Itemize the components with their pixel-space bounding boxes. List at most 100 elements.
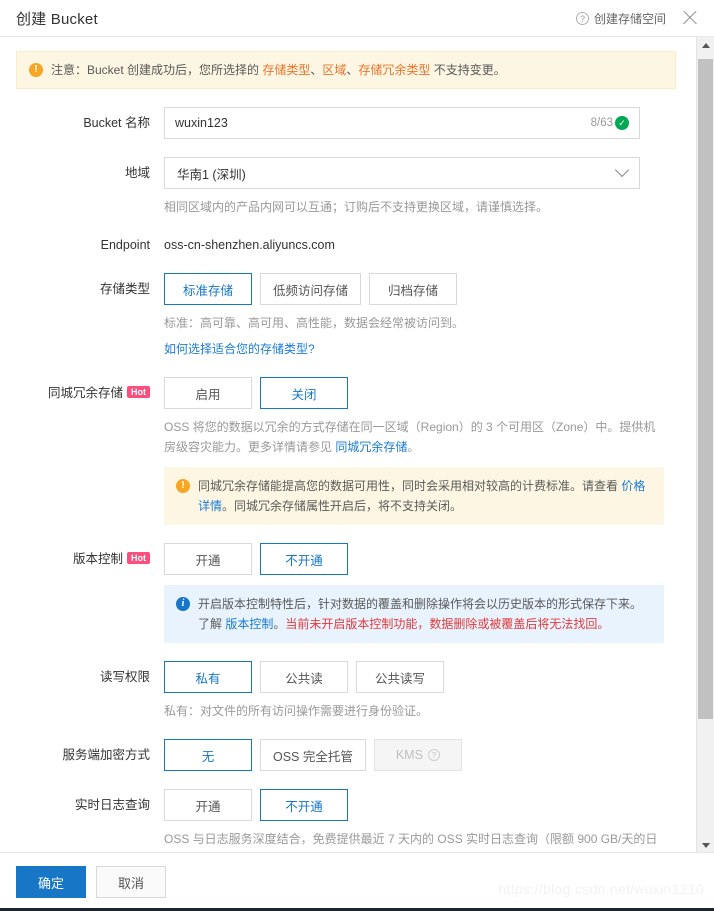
storage-class-hint: 标准：高可靠、高可用、高性能，数据会经常被访问到。 [164,316,465,330]
acl-label: 读写权限 [99,670,150,684]
storage-class-option-archive[interactable]: 归档存储 [369,273,458,305]
notice-sep-1: 、 [310,63,323,77]
row-acl: 读写权限 私有 公共读 公共读写 私有：对文件的所有访问操作需要进行身份验证。 [0,661,692,721]
notice-suffix: 不支持变更。 [430,63,506,77]
encryption-option-kms: KMS ? [373,739,462,771]
bucket-name-label: Bucket 名称 [83,116,150,130]
encryption-label: 服务端加密方式 [62,748,150,762]
info-circle-icon: i [176,597,190,611]
versioning-option-disable[interactable]: 不开通 [260,543,348,575]
acl-option-private[interactable]: 私有 [164,661,252,693]
zone-redundancy-label-text: 同城冗余存储 [47,386,123,400]
hot-badge: Hot [127,386,150,398]
notice-prefix: 注意：Bucket 创建成功后，您所选择的 [51,63,263,77]
storage-class-option-ia[interactable]: 低频访问存储 [260,273,362,305]
versioning-label-text: 版本控制 [72,552,123,566]
realtime-log-option-enable[interactable]: 开通 [164,789,252,821]
realtime-log-option-disable[interactable]: 不开通 [260,789,348,821]
notice-sep-2: 、 [346,63,359,77]
notice-highlight-storage-class: 存储类型 [262,63,311,77]
region-select[interactable]: 华南1 (深圳) [164,157,640,189]
chevron-up-icon [701,42,710,48]
encryption-option-kms-label: KMS [395,748,423,762]
bucket-name-input[interactable] [175,116,591,130]
zone-redundancy-option-enable[interactable]: 启用 [164,377,252,409]
row-region: 地域 华南1 (深圳) 相同区域内的产品内网可以互通；订购后不支持更换区域，请谨… [0,157,692,217]
row-zone-redundancy: 同城冗余存储 Hot 启用 关闭 OSS 将您的数据以冗余的方式存储在同一区域（R… [0,377,692,525]
page-title: 创建 Bucket [16,10,98,28]
zone-redundancy-info-a: 同城冗余存储能提高您的数据可用性，同时会采用相对较高的计费标准。请查看 [198,479,622,493]
zone-redundancy-button-group: 启用 关闭 [164,377,676,409]
versioning-doc-link[interactable]: 版本控制 [225,617,273,631]
zone-redundancy-hint: OSS 将您的数据以冗余的方式存储在同一区域（Region）的 3 个可用区（Z… [164,417,664,457]
notice-highlight-redundancy: 存储冗余类型 [358,63,431,77]
realtime-log-hint: OSS 与日志服务深度结合，免费提供最近 7 天内的 OSS 实时日志查询（限额… [164,829,664,853]
scroll-down-button[interactable] [697,836,714,853]
endpoint-label: Endpoint [100,238,150,252]
row-endpoint: Endpoint oss-cn-shenzhen.aliyuncs.com [0,235,692,255]
region-select-value: 华南1 (深圳) [177,167,246,182]
encryption-button-group: 无 OSS 完全托管 KMS ? [164,739,676,771]
versioning-button-group: 开通 不开通 [164,543,676,575]
endpoint-value: oss-cn-shenzhen.aliyuncs.com [164,238,335,252]
versioning-info-warning: 当前未开启版本控制功能，数据删除或被覆盖后将无法找回。 [285,617,610,631]
acl-option-public-read-write[interactable]: 公共读写 [356,661,444,693]
zone-redundancy-label: 同城冗余存储 Hot [16,377,164,525]
versioning-label: 版本控制 Hot [16,543,164,643]
realtime-log-button-group: 开通 不开通 [164,789,676,821]
row-bucket-name: Bucket 名称 8/63 ✓ [0,107,692,139]
zone-redundancy-info-text: 同城冗余存储能提高您的数据可用性，同时会采用相对较高的计费标准。请查看 价格详情… [198,476,652,516]
help-link[interactable]: ? 创建存储空间 [575,10,666,27]
versioning-info-box: i 开启版本控制特性后，针对数据的覆盖和删除操作将会以历史版本的形式保存下来。了… [164,585,664,643]
storage-class-option-standard[interactable]: 标准存储 [164,273,252,305]
close-icon[interactable] [680,8,700,28]
bucket-name-input-wrapper[interactable]: 8/63 ✓ [164,107,640,139]
row-versioning: 版本控制 Hot 开通 不开通 i 开启版本控制特性后，针对数据的覆盖和删除操作将… [0,543,692,643]
storage-class-label: 存储类型 [99,282,150,296]
zone-redundancy-option-disable[interactable]: 关闭 [260,377,348,409]
storage-class-help-link[interactable]: 如何选择适合您的存储类型? [164,339,676,359]
notice-text: 注意：Bucket 创建成功后，您所选择的 存储类型、区域、存储冗余类型 不支持… [51,61,506,79]
warning-icon: ! [176,479,190,493]
realtime-log-label: 实时日志查询 [74,798,150,812]
acl-button-group: 私有 公共读 公共读写 [164,661,676,693]
encryption-option-none[interactable]: 无 [164,739,252,771]
scrollbar-thumb[interactable] [698,59,713,719]
row-encryption: 服务端加密方式 无 OSS 完全托管 KMS ? [0,739,692,771]
versioning-info-text: 开启版本控制特性后，针对数据的覆盖和删除操作将会以历史版本的形式保存下来。了解 … [198,594,652,634]
acl-option-public-read[interactable]: 公共读 [260,661,348,693]
zone-redundancy-info-b: 。同城冗余存储属性开启后，将不支持关闭。 [222,499,463,513]
encryption-option-oss-managed[interactable]: OSS 完全托管 [260,739,366,771]
scroll-up-button[interactable] [697,37,714,54]
hot-badge: Hot [127,552,150,564]
vertical-scrollbar[interactable] [696,37,714,853]
cancel-button[interactable]: 取消 [96,866,166,898]
question-circle-icon: ? [427,749,440,761]
versioning-info-b: 。 [273,617,286,631]
zone-redundancy-hint-link[interactable]: 同城冗余存储 [335,440,407,454]
check-circle-icon: ✓ [615,116,629,130]
zone-redundancy-info-box: ! 同城冗余存储能提高您的数据可用性，同时会采用相对较高的计费标准。请查看 价格… [164,467,664,525]
versioning-option-enable[interactable]: 开通 [164,543,252,575]
top-notice-banner: ! 注意：Bucket 创建成功后，您所选择的 存储类型、区域、存储冗余类型 不… [16,51,676,89]
dialog-header: 创建 Bucket ? 创建存储空间 [0,0,714,36]
chevron-down-icon [614,162,630,178]
dialog-footer: 确定 取消 [0,852,714,911]
row-realtime-log: 实时日志查询 开通 不开通 OSS 与日志服务深度结合，免费提供最近 7 天内的… [0,789,692,853]
confirm-button[interactable]: 确定 [16,866,86,898]
warning-icon: ! [29,63,43,77]
help-link-label: 创建存储空间 [593,11,666,26]
header-actions: ? 创建存储空间 [575,8,700,28]
zone-redundancy-hint-b: 。 [407,440,420,454]
question-circle-icon: ? [575,11,589,25]
region-hint: 相同区域内的产品内网可以互通；订购后不支持更换区域，请谨慎选择。 [164,200,549,214]
storage-class-button-group: 标准存储 低频访问存储 归档存储 [164,273,676,305]
row-storage-class: 存储类型 标准存储 低频访问存储 归档存储 标准：高可靠、高可用、高性能，数据会… [0,273,692,359]
region-label: 地域 [124,166,150,180]
create-bucket-dialog: 创建 Bucket ? 创建存储空间 ! 注意：Bucket 创建成功后，您所选… [0,0,714,911]
realtime-log-hint-a: OSS 与日志服务深度结合，免费提供最近 7 天内的 OSS 实时日志查询（限额… [164,832,658,853]
bucket-name-counter: 8/63 [590,117,613,129]
acl-hint: 私有：对文件的所有访问操作需要进行身份验证。 [164,704,429,718]
notice-highlight-region: 区域 [322,63,347,77]
chevron-down-icon [701,842,710,848]
